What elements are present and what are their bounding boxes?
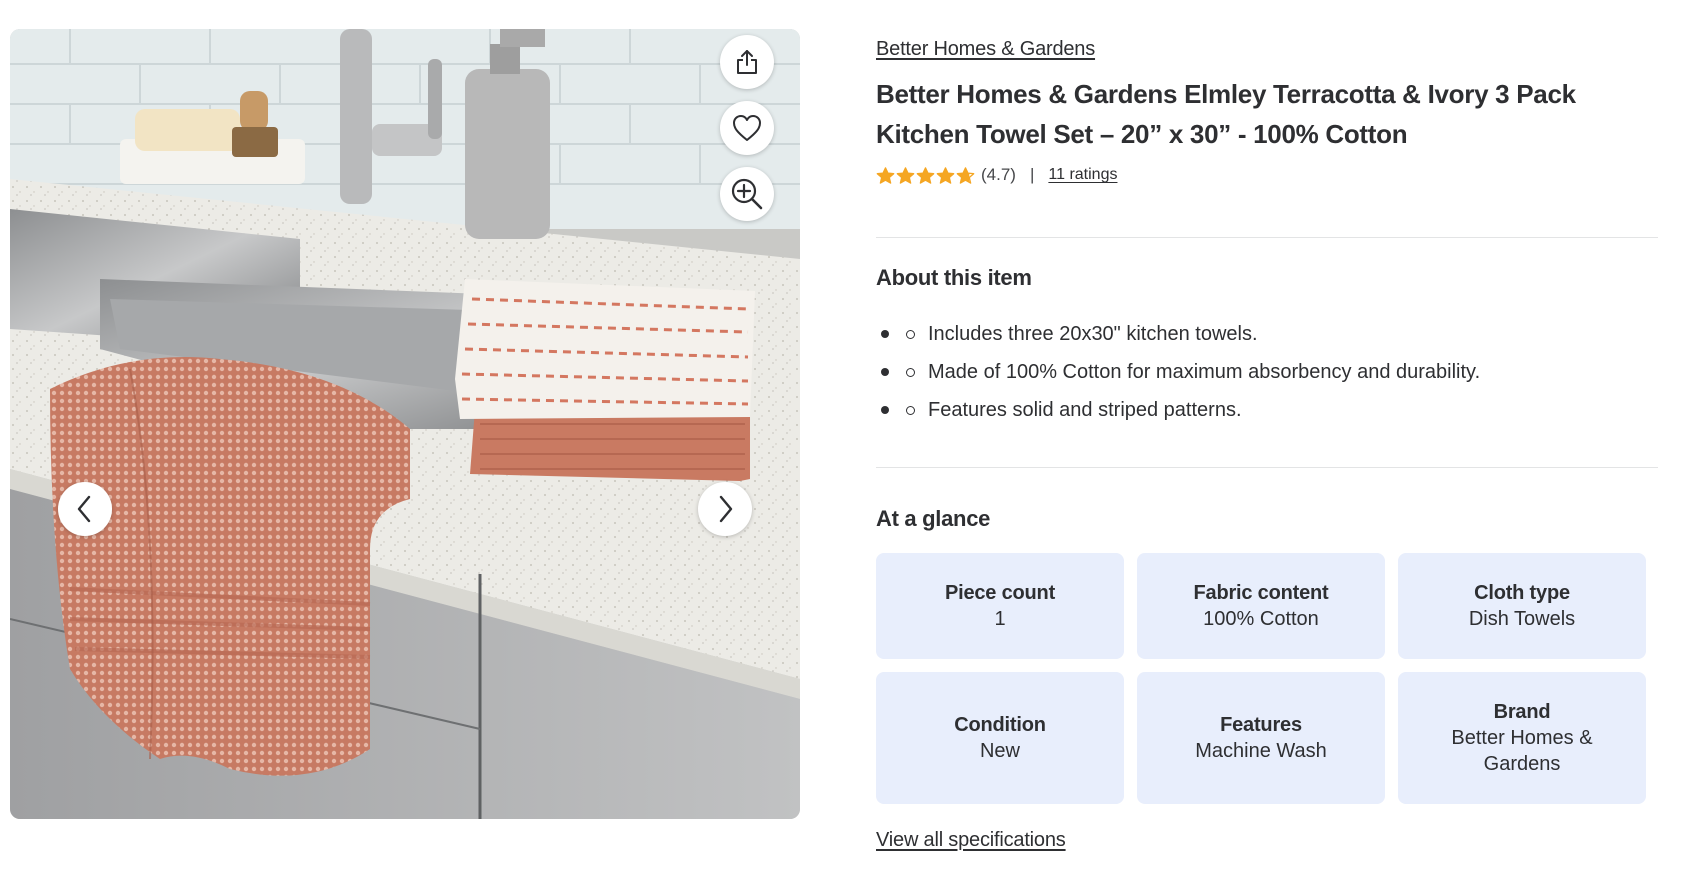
- spec-value: Machine Wash: [1195, 740, 1327, 762]
- share-icon: [737, 50, 757, 74]
- bullet-circle-icon: [906, 405, 915, 415]
- spec-label: Cloth type: [1474, 582, 1570, 604]
- previous-image-button[interactable]: [58, 482, 112, 536]
- rating-row: (4.7) | 11 ratings: [876, 163, 1658, 187]
- at-a-glance-grid: Piece count 1 Fabric content 100% Cotton…: [876, 553, 1646, 804]
- at-a-glance-heading: At a glance: [876, 506, 991, 531]
- spec-value: Better Homes & Gardens: [1451, 727, 1593, 775]
- spec-label: Piece count: [944, 582, 1056, 604]
- bullet-dot-icon: [881, 368, 889, 376]
- spec-label: Condition: [954, 714, 1046, 736]
- spec-label: Fabric content: [1193, 582, 1329, 604]
- spec-label: Features: [1220, 714, 1302, 736]
- zoom-in-icon: [731, 178, 763, 210]
- bullet-text: Features solid and striped patterns.: [928, 398, 1242, 421]
- chevron-right-icon: [719, 495, 733, 523]
- spec-card-cloth-type: Cloth type Dish Towels: [1398, 553, 1646, 659]
- spec-value: 100% Cotton: [1203, 608, 1319, 630]
- star-icon: [876, 166, 895, 184]
- about-heading: About this item: [876, 265, 1032, 290]
- view-all-specifications-link[interactable]: View all specifications: [876, 829, 1066, 852]
- product-image[interactable]: [10, 29, 800, 819]
- next-image-button[interactable]: [698, 482, 752, 536]
- list-item: Includes three 20x30" kitchen towels.: [876, 315, 1480, 353]
- star-icon: [916, 166, 935, 184]
- divider: [876, 237, 1658, 238]
- zoom-button[interactable]: [720, 167, 774, 221]
- spec-card-fabric-content: Fabric content 100% Cotton: [1137, 553, 1385, 659]
- bullet-text: Includes three 20x30" kitchen towels.: [928, 322, 1258, 345]
- kitchen-towels-photo: [10, 29, 800, 819]
- rating-value: (4.7): [981, 165, 1016, 184]
- divider: [876, 467, 1658, 468]
- chevron-left-icon: [77, 495, 91, 523]
- spec-value: Dish Towels: [1468, 608, 1576, 630]
- heart-icon: [733, 115, 761, 141]
- list-item: Features solid and striped patterns.: [876, 391, 1480, 429]
- spec-value: New: [979, 740, 1020, 762]
- product-title: Better Homes & Gardens Elmley Terracotta…: [876, 79, 1576, 149]
- rating-separator: |: [1029, 165, 1035, 184]
- bullet-dot-icon: [881, 330, 889, 338]
- product-details: Better Homes & Gardens Better Homes & Ga…: [876, 38, 1658, 187]
- list-item: Made of 100% Cotton for maximum absorben…: [876, 353, 1480, 391]
- bullet-circle-icon: [906, 367, 915, 377]
- brand-link[interactable]: Better Homes & Gardens: [876, 38, 1095, 61]
- spec-card-piece-count: Piece count 1: [876, 553, 1124, 659]
- bullet-dot-icon: [881, 406, 889, 414]
- spec-label: Brand: [1493, 701, 1551, 723]
- spec-card-features: Features Machine Wash: [1137, 672, 1385, 804]
- star-icon: [896, 166, 915, 184]
- star-rating: [876, 166, 975, 185]
- about-bullet-list: Includes three 20x30" kitchen towels. Ma…: [876, 315, 1480, 429]
- bullet-circle-icon: [906, 329, 915, 339]
- favorite-button[interactable]: [720, 101, 774, 155]
- spec-value: 1: [994, 608, 1006, 630]
- spec-card-condition: Condition New: [876, 672, 1124, 804]
- share-button[interactable]: [720, 35, 774, 89]
- ratings-count-link[interactable]: 11 ratings: [1048, 166, 1117, 184]
- spec-card-brand: Brand Better Homes & Gardens: [1398, 672, 1646, 804]
- star-icon: [956, 166, 975, 184]
- bullet-text: Made of 100% Cotton for maximum absorben…: [928, 360, 1481, 383]
- star-icon: [936, 166, 955, 184]
